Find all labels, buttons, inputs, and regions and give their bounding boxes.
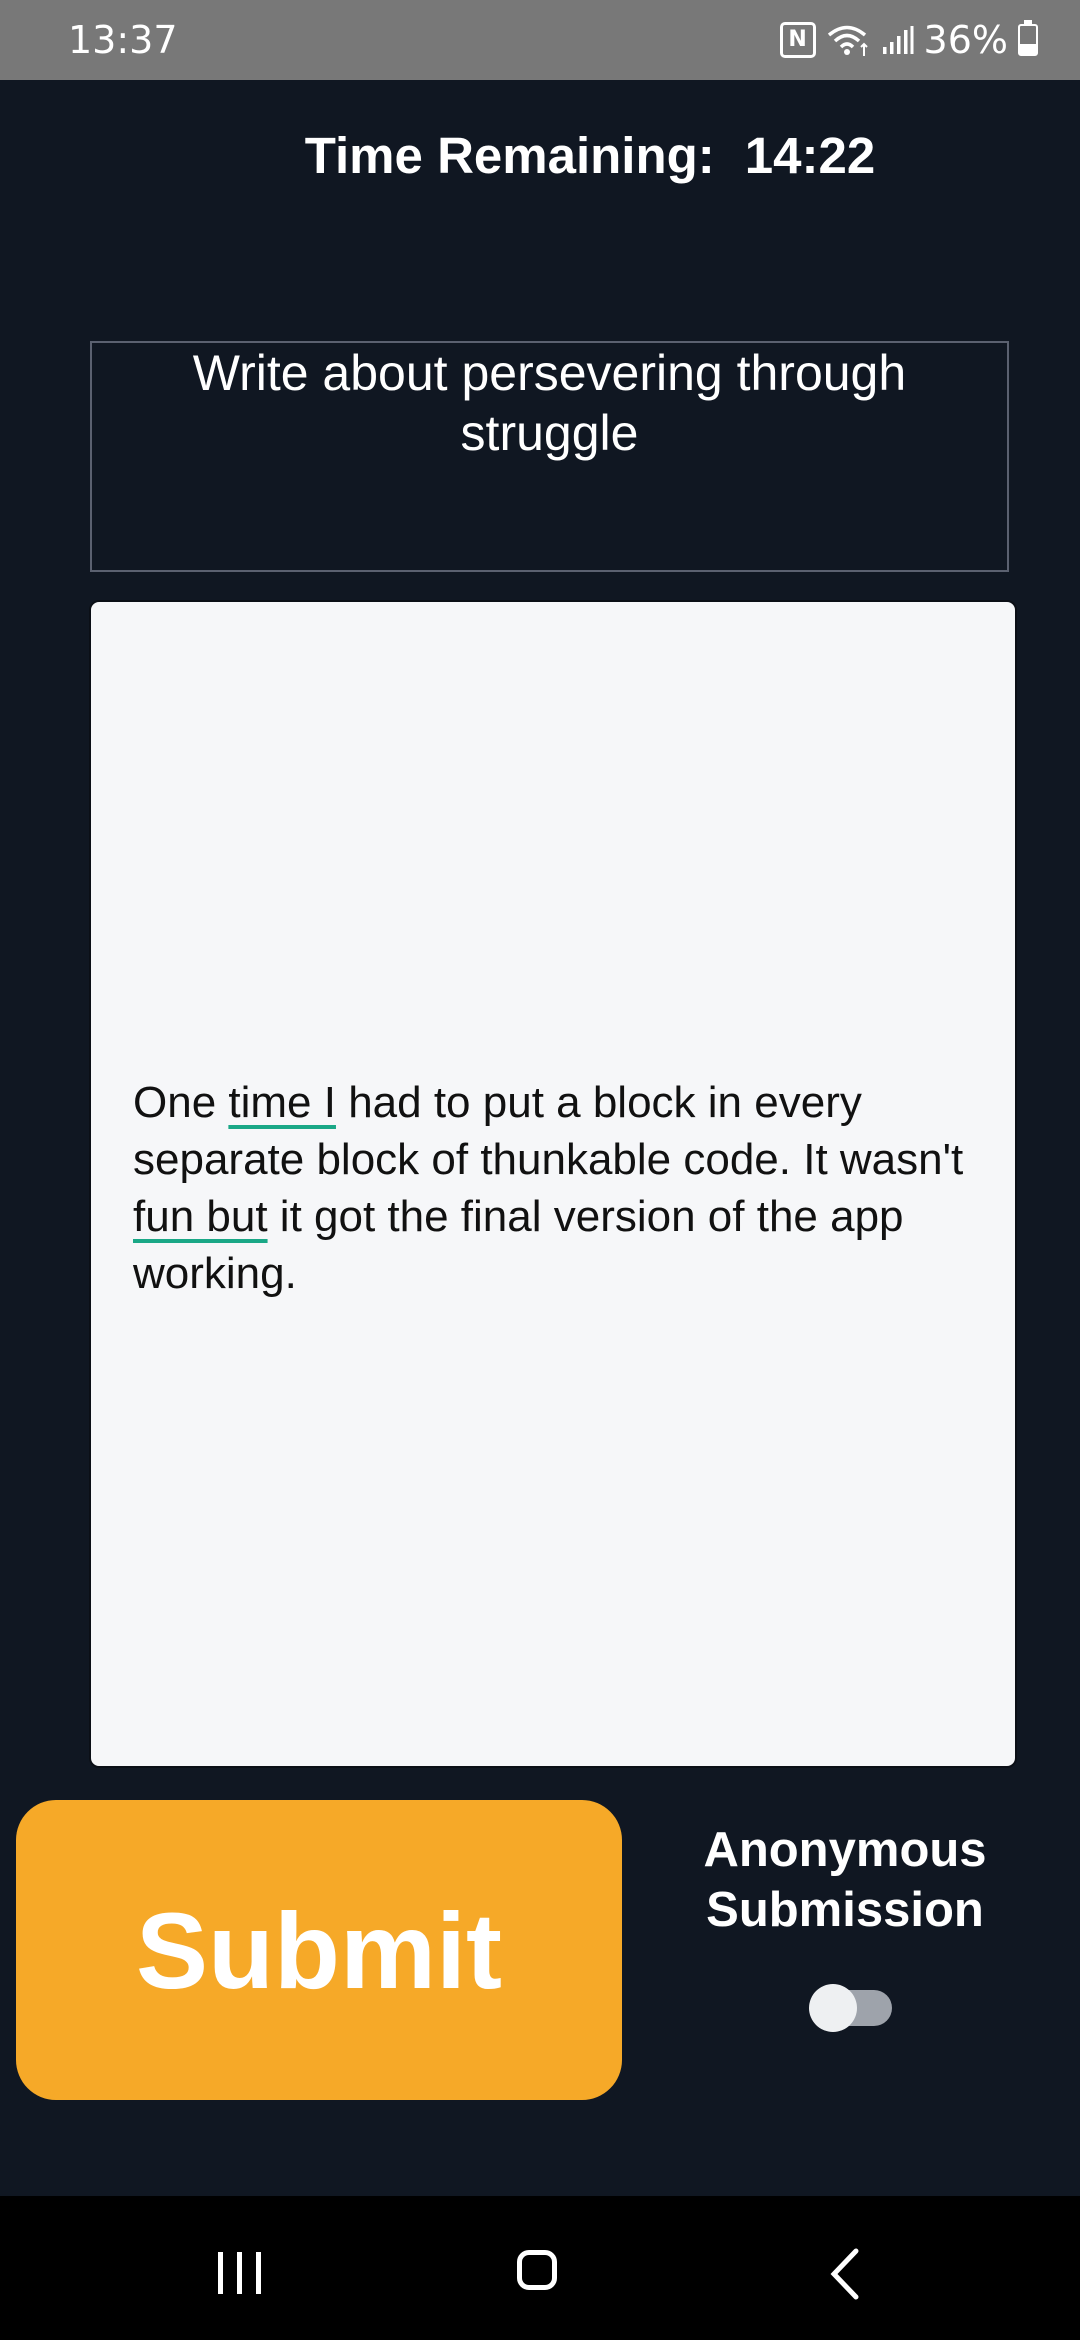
anonymous-label-line1: Anonymous (703, 1823, 987, 1877)
nfc-icon: N (779, 22, 816, 58)
wifi-icon (827, 25, 868, 56)
anonymous-label-line2: Submission (706, 1883, 984, 1937)
signal-icon (882, 26, 914, 54)
status-icons: N 36% (779, 0, 1038, 80)
toggle-knob[interactable] (809, 1984, 857, 2032)
prompt-text: Write about persevering through struggle (192, 345, 907, 461)
recents-icon[interactable] (218, 2252, 261, 2294)
home-icon[interactable] (517, 2250, 557, 2290)
anonymous-submission-label: Anonymous Submission (650, 1820, 1040, 1940)
submit-button[interactable]: Submit (16, 1800, 622, 2100)
prompt-box: Write about persevering through struggle (90, 341, 1009, 572)
status-bar: 13:37 N 36% (0, 0, 1080, 80)
time-remaining: Time Remaining: 14:22 (0, 126, 1080, 185)
essay-input[interactable]: One time I had to put a block in every s… (89, 600, 1017, 1768)
essay-segment: One (133, 1078, 229, 1127)
status-time: 13:37 (68, 18, 178, 62)
essay-text[interactable]: One time I had to put a block in every s… (133, 1074, 993, 1302)
time-remaining-value: 14:22 (744, 127, 876, 184)
navigation-bar (0, 2196, 1080, 2340)
time-remaining-label: Time Remaining: (304, 127, 715, 184)
spellcheck-segment: time I (228, 1078, 336, 1127)
battery-level-fill (1020, 43, 1036, 54)
spellcheck-segment: fun but (133, 1192, 268, 1241)
battery-percent: 36% (923, 18, 1008, 62)
back-icon[interactable] (828, 2248, 862, 2300)
anonymous-toggle[interactable] (809, 1984, 892, 2032)
battery-icon (1018, 20, 1038, 56)
